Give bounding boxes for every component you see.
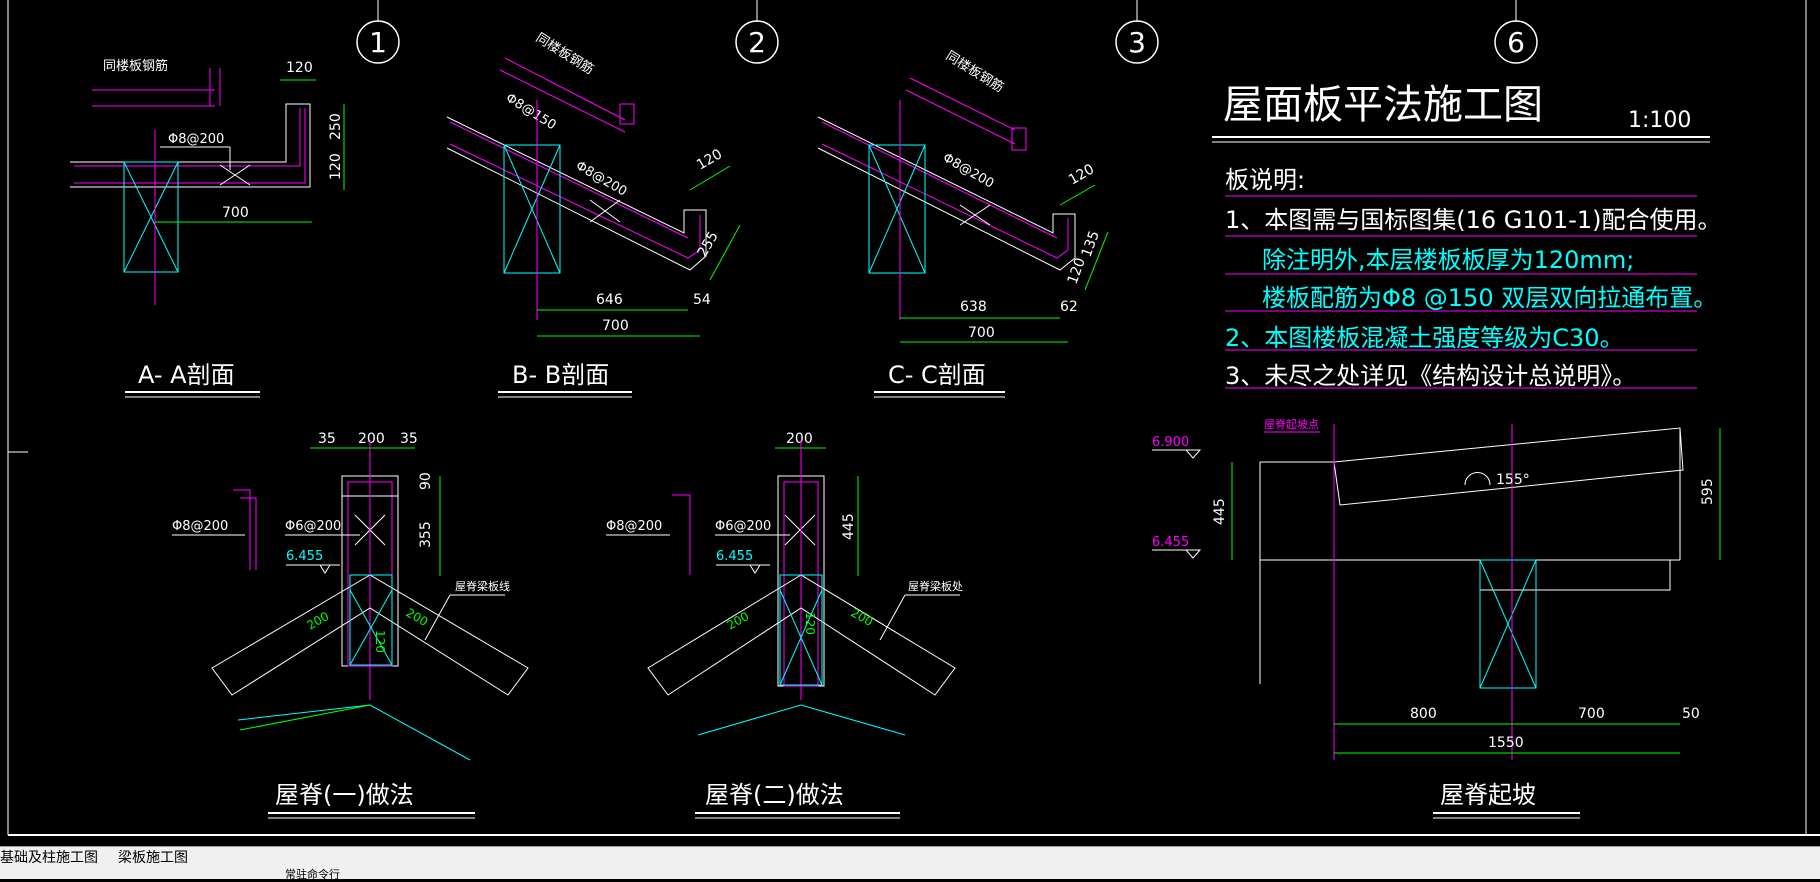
svg-text:200: 200 xyxy=(786,431,813,447)
svg-text:355: 355 xyxy=(418,521,434,548)
drawing-scale: 1:100 xyxy=(1628,108,1691,133)
svg-text:200: 200 xyxy=(404,605,431,629)
svg-text:6.455: 6.455 xyxy=(1152,535,1189,550)
ridge-rise-title: 屋脊起坡 xyxy=(1440,781,1536,809)
ridge-detail-2: 200 445 Φ8@200 Φ6@200 6.455 200 120 200 … xyxy=(606,431,963,819)
svg-text:同楼板钢筋: 同楼板钢筋 xyxy=(533,30,597,78)
svg-text:62: 62 xyxy=(1060,299,1078,315)
svg-text:35: 35 xyxy=(318,431,336,447)
svg-text:700: 700 xyxy=(968,325,995,341)
command-status-bar: 常驻命令行 xyxy=(0,868,1820,881)
ridge-2-title: 屋脊(二)做法 xyxy=(705,781,844,809)
svg-text:700: 700 xyxy=(222,205,249,221)
svg-text:255: 255 xyxy=(695,229,722,260)
svg-text:2、本图楼板混凝土强度等级为C30。: 2、本图楼板混凝土强度等级为C30。 xyxy=(1225,324,1624,352)
svg-text:120: 120 xyxy=(373,630,387,653)
notes-block: 板说明: 1、本图需与国标图集(16 G101-1)配合使用。 除注明外,本层楼… xyxy=(1225,166,1722,390)
svg-text:120: 120 xyxy=(328,153,344,180)
svg-text:Φ8@200: Φ8@200 xyxy=(172,519,228,534)
svg-text:Φ6@200: Φ6@200 xyxy=(285,519,341,534)
svg-text:200: 200 xyxy=(358,431,385,447)
section-aa: 同楼板钢筋 Φ8@200 120 250 120 700 A- A剖面 xyxy=(70,58,345,398)
svg-text:120: 120 xyxy=(803,612,817,635)
drawing-title: 屋面板平法施工图 xyxy=(1223,82,1543,128)
ridge-rise-detail: 屋脊起坡点 6.900 6.455 445 595 155° 800 700 5… xyxy=(1152,417,1721,819)
svg-text:1550: 1550 xyxy=(1488,735,1524,751)
tab-foundation-column[interactable]: 基础及柱施工图 xyxy=(0,849,98,867)
svg-text:同楼板钢筋: 同楼板钢筋 xyxy=(943,48,1007,96)
svg-text:2: 2 xyxy=(748,26,766,59)
svg-text:楼板配筋为Φ8 @150 双层双向拉通布置。: 楼板配筋为Φ8 @150 双层双向拉通布置。 xyxy=(1262,284,1717,312)
svg-text:445: 445 xyxy=(1212,498,1228,525)
svg-text:屋脊梁板线: 屋脊梁板线 xyxy=(455,579,510,593)
axis-bubble-2: 2 xyxy=(735,0,779,64)
svg-text:Φ8@150: Φ8@150 xyxy=(503,91,559,134)
axis-bubble-6: 6 xyxy=(1494,0,1538,64)
svg-text:Φ8@200: Φ8@200 xyxy=(168,132,224,147)
drawing-title-block: 屋面板平法施工图 1:100 xyxy=(1212,82,1710,143)
axis-bubble-1: 1 xyxy=(356,0,400,64)
svg-text:6: 6 xyxy=(1507,26,1525,59)
svg-text:屋脊起坡点: 屋脊起坡点 xyxy=(1264,417,1319,431)
status-text: 常驻命令行 xyxy=(285,868,340,881)
svg-text:90: 90 xyxy=(418,472,434,490)
svg-text:35: 35 xyxy=(400,431,418,447)
svg-text:200: 200 xyxy=(725,609,752,633)
svg-text:50: 50 xyxy=(1682,706,1700,722)
svg-text:155°: 155° xyxy=(1496,472,1530,488)
tab-beam-slab[interactable]: 梁板施工图 xyxy=(118,849,188,867)
svg-text:700: 700 xyxy=(1578,706,1605,722)
svg-text:120: 120 xyxy=(694,146,725,173)
layout-tab-bar: 基础及柱施工图 梁板施工图 xyxy=(0,846,1820,869)
svg-text:120: 120 xyxy=(1066,161,1097,188)
axis-bubble-3: 3 xyxy=(1115,0,1159,64)
svg-text:54: 54 xyxy=(693,292,711,308)
svg-text:3、未尽之处详见《结构设计总说明》。: 3、未尽之处详见《结构设计总说明》。 xyxy=(1225,362,1636,390)
svg-text:Φ8@200: Φ8@200 xyxy=(606,519,662,534)
svg-text:Φ6@200: Φ6@200 xyxy=(715,519,771,534)
svg-text:595: 595 xyxy=(1700,478,1716,505)
svg-text:646: 646 xyxy=(596,292,623,308)
svg-text:700: 700 xyxy=(602,318,629,334)
section-cc-title: C- C剖面 xyxy=(888,361,986,389)
cad-drawing-canvas[interactable]: 1 2 3 6 屋面板平法施工图 1:100 板说明: 1、本图需与国标图集(1… xyxy=(0,0,1820,846)
svg-text:638: 638 xyxy=(960,299,987,315)
svg-text:3: 3 xyxy=(1128,26,1146,59)
svg-text:Φ8@200: Φ8@200 xyxy=(573,158,629,199)
section-cc: 同楼板钢筋 Φ8@200 120 135 120 638 62 700 C- C… xyxy=(817,48,1109,398)
svg-text:1: 1 xyxy=(369,26,387,59)
svg-text:1、本图需与国标图集(16 G101-1)配合使用。: 1、本图需与国标图集(16 G101-1)配合使用。 xyxy=(1225,206,1722,234)
svg-text:445: 445 xyxy=(841,513,857,540)
svg-text:同楼板钢筋: 同楼板钢筋 xyxy=(103,58,168,74)
svg-text:250: 250 xyxy=(328,113,344,140)
svg-text:200: 200 xyxy=(305,609,332,633)
section-bb: 同楼板钢筋 Φ8@150 Φ8@200 120 255 646 54 700 B… xyxy=(446,30,741,398)
svg-text:Φ8@200: Φ8@200 xyxy=(940,150,996,191)
svg-text:120: 120 xyxy=(286,60,313,76)
svg-text:120: 120 xyxy=(1065,256,1089,287)
ridge-detail-1: 35 200 35 90 355 Φ8@200 Φ6@200 6.455 200… xyxy=(172,431,529,819)
svg-text:800: 800 xyxy=(1410,706,1437,722)
ridge-1-title: 屋脊(一)做法 xyxy=(275,781,414,809)
svg-text:6.900: 6.900 xyxy=(1152,435,1189,450)
section-aa-title: A- A剖面 xyxy=(138,361,235,389)
svg-text:6.455: 6.455 xyxy=(286,549,323,564)
svg-text:屋脊梁板处: 屋脊梁板处 xyxy=(908,579,963,593)
svg-text:200: 200 xyxy=(849,605,876,629)
svg-text:6.455: 6.455 xyxy=(716,549,753,564)
svg-text:除注明外,本层楼板板厚为120mm;: 除注明外,本层楼板板厚为120mm; xyxy=(1262,246,1634,274)
section-bb-title: B- B剖面 xyxy=(512,361,609,389)
svg-text:板说明:: 板说明: xyxy=(1225,166,1305,194)
